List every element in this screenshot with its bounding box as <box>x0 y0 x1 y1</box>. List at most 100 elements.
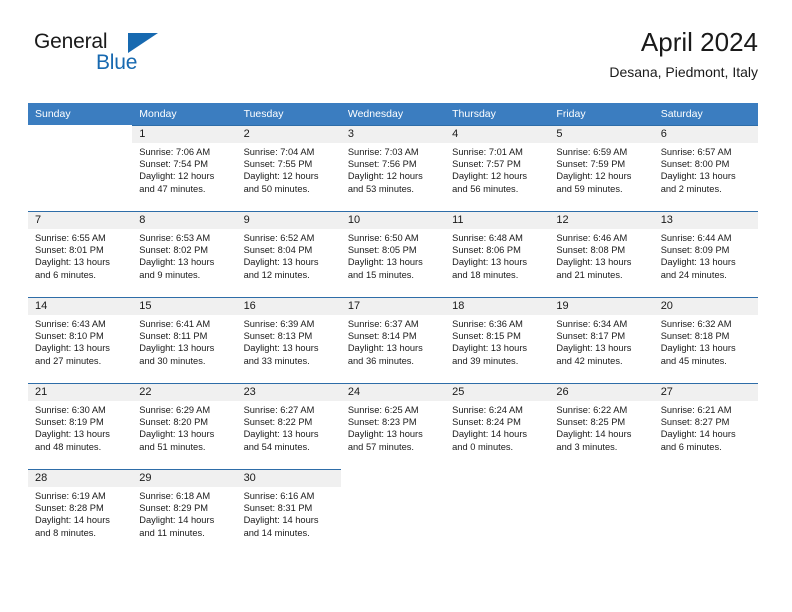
sunrise-text: Sunrise: 6:25 AM <box>347 405 419 415</box>
daylight-text-line2: and 6 minutes. <box>660 441 722 452</box>
calendar-daynumber[interactable]: 19 <box>549 297 654 315</box>
sunset-text: Sunset: 8:27 PM <box>660 417 730 428</box>
sunset-text: Sunset: 8:06 PM <box>452 245 521 256</box>
calendar-daynumber[interactable]: 12 <box>549 211 654 229</box>
calendar-day-cell[interactable]: Sunrise: 6:27 AM Sunset: 8:22 PM Daylight:… <box>237 401 341 469</box>
calendar-day-cell[interactable]: Sunrise: 6:37 AM Sunset: 8:14 PM Daylight:… <box>341 315 445 383</box>
location-subtitle: Desana, Piedmont, Italy <box>609 64 758 80</box>
daylight-text-line2: and 51 minutes. <box>139 441 206 452</box>
calendar-day-cell[interactable]: Sunrise: 6:19 AM Sunset: 8:28 PM Daylight:… <box>28 487 132 559</box>
calendar-daynumber-empty <box>654 469 758 487</box>
calendar-day-cell[interactable]: Sunrise: 6:24 AM Sunset: 8:24 PM Daylight:… <box>445 401 549 469</box>
calendar-daynumber-row: 14 15 16 17 18 19 20 <box>28 297 758 315</box>
calendar-daynumber[interactable]: 28 <box>28 469 133 487</box>
calendar-day-cell-empty <box>549 487 653 559</box>
calendar-day-cell[interactable]: Sunrise: 6:22 AM Sunset: 8:25 PM Daylight:… <box>549 401 653 469</box>
daylight-text-line1: Daylight: 14 hours <box>452 429 528 440</box>
calendar-daynumber[interactable]: 20 <box>653 297 758 315</box>
calendar-day-cell[interactable]: Sunrise: 6:30 AM Sunset: 8:19 PM Daylight:… <box>28 401 132 469</box>
sunrise-text: Sunrise: 6:39 AM <box>243 319 315 329</box>
calendar-daynumber[interactable]: 23 <box>236 383 341 401</box>
sunset-text: Sunset: 8:31 PM <box>243 503 313 514</box>
calendar-daynumber[interactable]: 11 <box>445 211 550 229</box>
calendar-daynumber[interactable]: 15 <box>132 297 237 315</box>
calendar-day-cell[interactable]: Sunrise: 7:01 AM Sunset: 7:57 PM Daylight:… <box>445 143 549 211</box>
calendar-daynumber-empty <box>341 469 445 487</box>
calendar-daynumber[interactable]: 27 <box>653 383 758 401</box>
calendar-day-cell[interactable]: Sunrise: 7:03 AM Sunset: 7:56 PM Daylight:… <box>341 143 445 211</box>
sunset-text: Sunset: 7:57 PM <box>452 159 521 170</box>
daylight-text-line2: and 45 minutes. <box>660 355 727 366</box>
daylight-text-line1: Daylight: 14 hours <box>139 515 215 526</box>
calendar-day-cell[interactable]: Sunrise: 6:46 AM Sunset: 8:08 PM Daylight:… <box>549 229 653 297</box>
calendar-daynumber[interactable]: 21 <box>28 383 133 401</box>
sunrise-text: Sunrise: 7:03 AM <box>347 147 419 157</box>
calendar-day-cell[interactable]: Sunrise: 6:57 AM Sunset: 8:00 PM Daylight:… <box>654 143 758 211</box>
calendar-day-cell[interactable]: Sunrise: 6:55 AM Sunset: 8:01 PM Daylight:… <box>28 229 132 297</box>
calendar-daynumber[interactable]: 14 <box>28 297 133 315</box>
calendar-daynumber[interactable]: 4 <box>445 125 550 143</box>
weekday-header-friday: Friday <box>556 108 586 120</box>
sunset-text: Sunset: 7:59 PM <box>556 159 626 170</box>
daylight-text-line1: Daylight: 13 hours <box>556 343 632 354</box>
calendar-day-cell[interactable]: Sunrise: 6:39 AM Sunset: 8:13 PM Daylight:… <box>237 315 341 383</box>
calendar-day-cell[interactable]: Sunrise: 6:52 AM Sunset: 8:04 PM Daylight:… <box>237 229 341 297</box>
calendar-day-cell[interactable]: Sunrise: 6:25 AM Sunset: 8:23 PM Daylight:… <box>341 401 445 469</box>
calendar-day-cell[interactable]: Sunrise: 6:48 AM Sunset: 8:06 PM Daylight:… <box>445 229 549 297</box>
brand-logo[interactable]: General Blue <box>34 30 214 86</box>
sunrise-text: Sunrise: 6:52 AM <box>243 233 315 243</box>
calendar-daynumber[interactable]: 2 <box>236 125 341 143</box>
calendar-day-cell-empty <box>28 143 132 211</box>
calendar-day-cell[interactable]: Sunrise: 6:16 AM Sunset: 8:31 PM Daylight:… <box>237 487 341 559</box>
calendar-daynumber[interactable]: 22 <box>132 383 237 401</box>
calendar-day-cell[interactable]: Sunrise: 6:21 AM Sunset: 8:27 PM Daylight:… <box>654 401 758 469</box>
calendar-daynumber[interactable]: 10 <box>340 211 446 229</box>
sunset-text: Sunset: 8:22 PM <box>243 417 313 428</box>
sunrise-text: Sunrise: 6:30 AM <box>35 405 106 415</box>
calendar-daynumber[interactable]: 9 <box>236 211 341 229</box>
daylight-text-line1: Daylight: 12 hours <box>347 171 423 182</box>
sunrise-text: Sunrise: 6:34 AM <box>556 319 628 329</box>
sunset-text: Sunset: 8:13 PM <box>243 331 313 342</box>
calendar-week-row: 14 15 16 17 18 19 20 Sunrise: 6:43 AM Sunset: 8:… <box>28 297 758 383</box>
calendar-day-cell[interactable]: Sunrise: 6:18 AM Sunset: 8:29 PM Daylight:… <box>132 487 236 559</box>
calendar-daynumber[interactable]: 25 <box>445 383 550 401</box>
daylight-text-line1: Daylight: 13 hours <box>347 429 423 440</box>
calendar-daynumber[interactable]: 7 <box>28 211 133 229</box>
calendar-day-cell[interactable]: Sunrise: 6:44 AM Sunset: 8:09 PM Daylight:… <box>654 229 758 297</box>
sunrise-text: Sunrise: 6:46 AM <box>556 233 628 243</box>
calendar-daynumber[interactable]: 29 <box>132 469 237 487</box>
calendar-day-cell[interactable]: Sunrise: 6:53 AM Sunset: 8:02 PM Daylight:… <box>132 229 236 297</box>
calendar-daynumber[interactable]: 6 <box>653 125 758 143</box>
calendar-day-cell[interactable]: Sunrise: 6:32 AM Sunset: 8:18 PM Daylight:… <box>654 315 758 383</box>
calendar-day-cell[interactable]: Sunrise: 6:41 AM Sunset: 8:11 PM Daylight:… <box>132 315 236 383</box>
calendar-day-cell[interactable]: Sunrise: 6:34 AM Sunset: 8:17 PM Daylight:… <box>549 315 653 383</box>
sunrise-text: Sunrise: 6:36 AM <box>452 319 523 329</box>
calendar-daynumber[interactable]: 16 <box>236 297 341 315</box>
calendar-daynumber[interactable]: 24 <box>340 383 446 401</box>
page-title: April 2024 <box>640 27 758 57</box>
sunrise-text: Sunrise: 6:32 AM <box>660 319 732 329</box>
calendar-daynumber[interactable]: 17 <box>340 297 446 315</box>
calendar-day-cell[interactable]: Sunrise: 6:50 AM Sunset: 8:05 PM Daylight:… <box>341 229 445 297</box>
calendar-day-cell[interactable]: Sunrise: 7:04 AM Sunset: 7:55 PM Daylight:… <box>237 143 341 211</box>
calendar-daynumber[interactable]: 26 <box>549 383 654 401</box>
calendar-day-cell[interactable]: Sunrise: 6:59 AM Sunset: 7:59 PM Daylight:… <box>549 143 653 211</box>
calendar-day-cell[interactable]: Sunrise: 7:06 AM Sunset: 7:54 PM Daylight:… <box>132 143 236 211</box>
calendar-day-cell[interactable]: Sunrise: 6:43 AM Sunset: 8:10 PM Daylight:… <box>28 315 132 383</box>
calendar-daynumber[interactable]: 30 <box>236 469 341 487</box>
calendar-daynumber[interactable]: 18 <box>445 297 550 315</box>
triangle-logo-icon <box>128 33 158 53</box>
daylight-text-line2: and 33 minutes. <box>243 355 310 366</box>
sunset-text: Sunset: 8:15 PM <box>452 331 521 342</box>
calendar-day-cell[interactable]: Sunrise: 6:29 AM Sunset: 8:20 PM Daylight:… <box>132 401 236 469</box>
calendar-daynumber[interactable]: 8 <box>132 211 237 229</box>
page-header: General Blue April 2024 Desana, Piedmont… <box>28 26 758 96</box>
calendar-daynumber[interactable]: 3 <box>340 125 446 143</box>
calendar-daynumber[interactable]: 13 <box>653 211 758 229</box>
calendar-daynumber[interactable]: 1 <box>132 125 237 143</box>
calendar-day-cell[interactable]: Sunrise: 6:36 AM Sunset: 8:15 PM Daylight:… <box>445 315 549 383</box>
sunrise-text: Sunrise: 6:24 AM <box>452 405 523 415</box>
calendar-daynumber[interactable]: 5 <box>549 125 654 143</box>
sunrise-text: Sunrise: 6:22 AM <box>556 405 628 415</box>
